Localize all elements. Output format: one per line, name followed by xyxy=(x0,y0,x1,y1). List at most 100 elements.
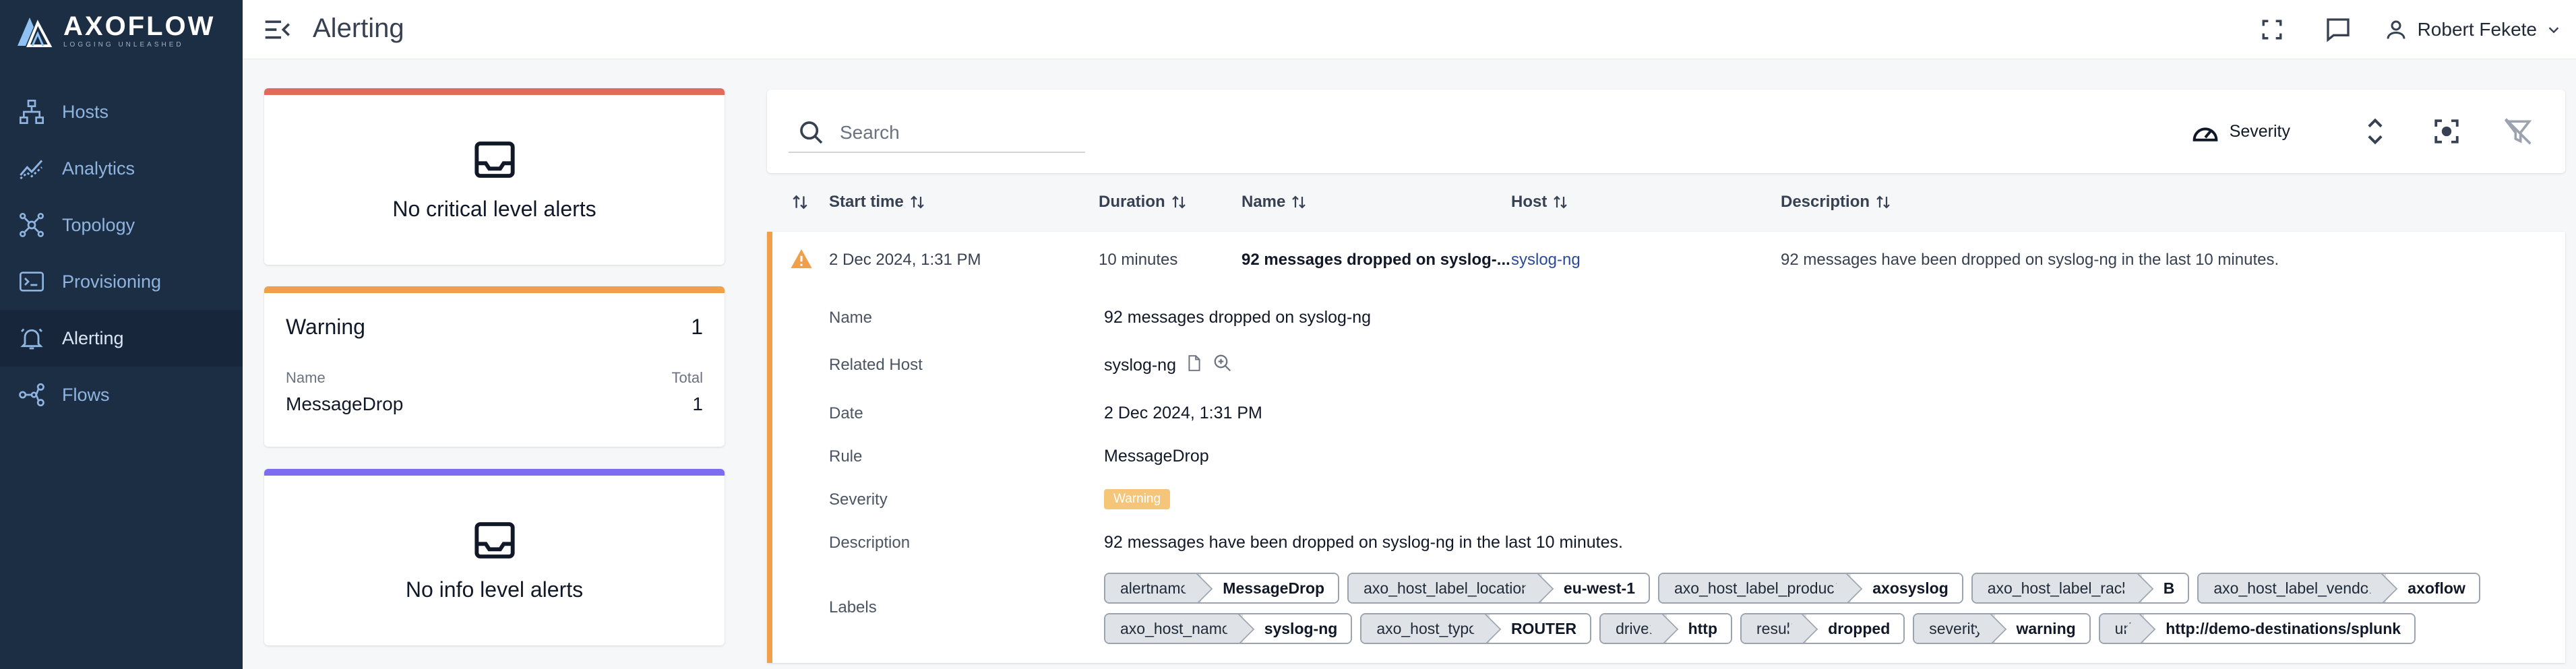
label-key: axo_host_type xyxy=(1361,614,1490,643)
axoflow-logo[interactable]: AXOFLOW LOGGING UNLEASHED xyxy=(15,9,215,53)
severity-filter-button[interactable]: Severity xyxy=(2190,118,2290,145)
sidebar-item-label: Alerting xyxy=(62,327,124,348)
flows-icon xyxy=(16,379,47,410)
severity-badge: Warning xyxy=(1104,489,1171,509)
inbox-empty-icon xyxy=(473,520,516,564)
sidebar-nav: Hosts Analytics Topology Provisioning Al… xyxy=(0,84,243,423)
label-value: ROUTER xyxy=(1489,614,1591,643)
sidebar-item-hosts[interactable]: Hosts xyxy=(0,84,243,140)
label-chip: result dropped xyxy=(1740,613,1905,644)
column-duration[interactable]: Duration xyxy=(1099,193,1187,212)
menu-collapse-icon[interactable] xyxy=(263,15,293,44)
warning-row-total: 1 xyxy=(692,393,703,414)
sidebar-item-topology[interactable]: Topology xyxy=(0,197,243,253)
inbox-empty-icon xyxy=(473,139,516,183)
critical-empty-message: No critical level alerts xyxy=(392,197,596,221)
sidebar-item-flows[interactable]: Flows xyxy=(0,367,243,423)
column-label: Name xyxy=(1241,193,1286,211)
user-icon xyxy=(2387,20,2405,39)
provisioning-icon xyxy=(16,266,47,297)
detail-rule-value: MessageDrop xyxy=(1104,447,1209,466)
warning-color-bar xyxy=(264,286,725,293)
sidebar-item-analytics[interactable]: Analytics xyxy=(0,140,243,197)
search-input[interactable] xyxy=(840,122,1069,144)
column-description[interactable]: Description xyxy=(1781,193,1891,212)
label-key: axo_host_label_location xyxy=(1349,574,1542,602)
detail-host-name: syslog-ng xyxy=(1104,356,1176,375)
user-menu[interactable]: Robert Fekete xyxy=(2384,18,2561,42)
column-label: Host xyxy=(1511,193,1547,211)
sort-icon xyxy=(1554,195,1568,209)
detail-severity-label: Severity xyxy=(829,490,888,509)
column-start-time[interactable]: Start time xyxy=(829,193,925,212)
critical-alerts-card: No critical level alerts xyxy=(264,88,725,265)
warning-title: Warning xyxy=(286,315,365,339)
label-chip: alertname MessageDrop xyxy=(1104,573,1340,604)
brand-tagline: LOGGING UNLEASHED xyxy=(63,41,184,49)
label-key: severity xyxy=(1914,614,1995,643)
sort-icon xyxy=(910,195,924,209)
sidebar-item-alerting[interactable]: Alerting xyxy=(0,310,243,367)
sidebar: AXOFLOW LOGGING UNLEASHED Hosts Analytic… xyxy=(0,0,243,669)
label-chip: url http://demo-destinations/splunk xyxy=(2098,613,2416,644)
clear-filter-icon[interactable] xyxy=(2498,111,2538,152)
detail-date-label: Date xyxy=(829,404,863,422)
search-box[interactable] xyxy=(789,114,1085,153)
severity-filter-label: Severity xyxy=(2229,121,2290,141)
detail-labels-label: Labels xyxy=(829,598,877,616)
hosts-icon xyxy=(16,96,47,127)
row-host-link[interactable]: syslog-ng xyxy=(1511,251,1581,269)
info-color-bar xyxy=(264,469,725,476)
feedback-icon[interactable] xyxy=(2318,9,2358,50)
detail-date-value: 2 Dec 2024, 1:31 PM xyxy=(1104,404,1262,422)
label-chip: axo_host_label_rack B xyxy=(1971,573,2190,604)
label-value: axoflow xyxy=(2386,574,2479,602)
brand-name: AXOFLOW xyxy=(63,11,216,41)
labels-list: alertname MessageDrop axo_host_label_loca… xyxy=(1104,573,2553,654)
label-chip: axo_host_type ROUTER xyxy=(1360,613,1592,644)
label-key: url xyxy=(2099,614,2145,643)
row-name: 92 messages dropped on syslog-... xyxy=(1241,251,1510,269)
label-value: dropped xyxy=(1806,614,1904,643)
table-header: Start time Duration Name Host Descriptio… xyxy=(767,189,2565,218)
sidebar-item-provisioning[interactable]: Provisioning xyxy=(0,253,243,310)
warning-icon xyxy=(791,249,812,269)
column-host[interactable]: Host xyxy=(1511,193,1568,212)
sidebar-item-label: Flows xyxy=(62,384,110,405)
label-chip: axo_host_label_product axosyslog xyxy=(1658,573,1963,604)
critical-color-bar xyxy=(264,88,725,95)
row-description: 92 messages have been dropped on syslog-… xyxy=(1781,251,2279,269)
label-key: driver xyxy=(1601,614,1667,643)
label-chip: axo_host_name syslog-ng xyxy=(1104,613,1353,644)
sort-toggle-icon[interactable] xyxy=(2355,111,2395,152)
fullscreen-icon[interactable] xyxy=(2252,9,2292,50)
detail-rule-label: Rule xyxy=(829,447,863,466)
warning-row[interactable]: MessageDrop 1 xyxy=(264,387,725,415)
warning-count: 1 xyxy=(691,315,703,339)
alerts-toolbar: Severity xyxy=(767,90,2565,173)
column-name[interactable]: Name xyxy=(1241,193,1307,212)
sort-icon xyxy=(1876,195,1890,209)
table-row[interactable]: 2 Dec 2024, 1:31 PM 10 minutes 92 messag… xyxy=(767,232,2565,663)
label-key: result xyxy=(1742,614,1807,643)
document-icon[interactable] xyxy=(1186,354,1203,373)
sort-icon xyxy=(1171,195,1186,209)
column-label: Duration xyxy=(1099,193,1165,211)
column-label: Description xyxy=(1781,193,1870,211)
focus-icon[interactable] xyxy=(2426,111,2467,152)
column-label: Start time xyxy=(829,193,904,211)
warning-alerts-card[interactable]: Warning 1 Name Total MessageDrop 1 xyxy=(264,286,725,447)
search-icon xyxy=(795,117,828,149)
gauge-icon xyxy=(2192,127,2218,141)
detail-host-value: syslog-ng xyxy=(1104,350,1233,375)
alerting-icon xyxy=(16,323,47,354)
detail-host-label: Related Host xyxy=(829,356,923,374)
label-chip: severity warning xyxy=(1913,613,2091,644)
chevron-down-icon xyxy=(2548,27,2559,34)
inspect-icon[interactable] xyxy=(1213,353,1233,373)
user-name: Robert Fekete xyxy=(2417,19,2537,40)
detail-name-value: 92 messages dropped on syslog-ng xyxy=(1104,308,1372,327)
sidebar-item-label: Hosts xyxy=(62,101,109,122)
sort-severity-icon[interactable] xyxy=(791,193,809,212)
detail-name-label: Name xyxy=(829,309,873,327)
